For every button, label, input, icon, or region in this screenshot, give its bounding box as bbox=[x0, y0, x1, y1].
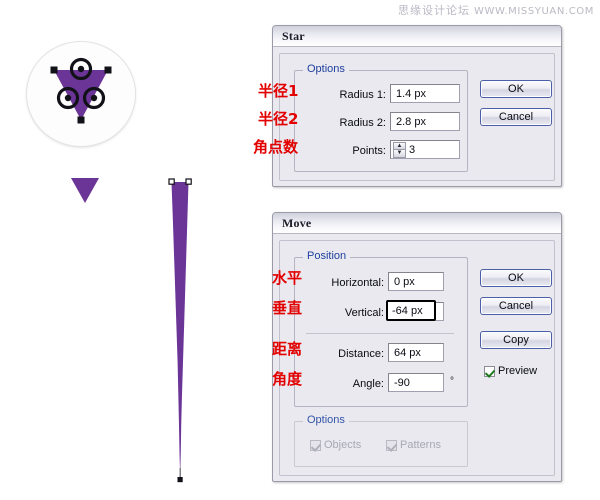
tapered-purple-spire bbox=[168, 178, 192, 483]
annotation-horizontal: 水平 bbox=[272, 269, 303, 287]
star-dialog: Star Options Radius 1: 1.4 px Radius 2: … bbox=[272, 25, 562, 187]
points-input[interactable]: ▲ ▼ 3 bbox=[390, 140, 460, 159]
annotation-radius1: 半径1 bbox=[258, 82, 299, 100]
watermark: 思缘设计论坛 WWW.MISSYUAN.COM bbox=[398, 2, 594, 18]
move-dialog: Move Position Horizontal: 0 px Vertical:… bbox=[272, 212, 562, 482]
star-dialog-titlebar[interactable]: Star bbox=[273, 26, 561, 47]
radius1-input[interactable]: 1.4 px bbox=[390, 84, 460, 103]
radius2-label: Radius 2: bbox=[339, 117, 386, 129]
move-cancel-button[interactable]: Cancel bbox=[480, 297, 552, 315]
star-cancel-button[interactable]: Cancel bbox=[480, 108, 552, 126]
move-dialog-title: Move bbox=[282, 215, 312, 230]
horizontal-input[interactable]: 0 px bbox=[388, 272, 444, 291]
watermark-chinese: 思缘设计论坛 bbox=[398, 4, 471, 17]
spinner-up-icon[interactable]: ▲ bbox=[393, 141, 406, 149]
star-ok-button[interactable]: OK bbox=[480, 80, 552, 98]
points-label: Points: bbox=[352, 145, 386, 157]
vertical-label: Vertical: bbox=[344, 307, 384, 319]
watermark-url: WWW.MISSYUAN.COM bbox=[474, 6, 594, 17]
annotation-points: 角点数 bbox=[253, 138, 299, 156]
star-options-group-label: Options bbox=[303, 63, 349, 75]
preview-checkbox-label: Preview bbox=[498, 365, 538, 377]
points-stepper[interactable]: ▲ ▼ bbox=[393, 141, 406, 158]
patterns-checkbox: Patterns bbox=[386, 439, 441, 451]
angle-unit-label: ° bbox=[450, 376, 454, 387]
preview-checkbox-box[interactable] bbox=[484, 365, 495, 377]
objects-checkbox: Objects bbox=[310, 439, 361, 451]
horizontal-label: Horizontal: bbox=[331, 277, 384, 289]
move-dialog-body: Position Horizontal: 0 px Vertical: -64 … bbox=[273, 234, 561, 482]
move-position-group-label: Position bbox=[303, 250, 351, 262]
patterns-checkbox-box bbox=[386, 439, 397, 451]
objects-checkbox-box bbox=[310, 439, 321, 451]
star-dialog-body: Options Radius 1: 1.4 px Radius 2: 2.8 p… bbox=[273, 47, 561, 187]
small-purple-triangle bbox=[71, 178, 99, 203]
points-value: 3 bbox=[409, 143, 416, 156]
position-group-divider bbox=[306, 333, 454, 334]
annotation-distance: 距离 bbox=[272, 340, 303, 358]
move-copy-button[interactable]: Copy bbox=[480, 331, 552, 349]
angle-input[interactable]: -90 bbox=[388, 373, 444, 392]
spinner-down-icon[interactable]: ▼ bbox=[393, 149, 406, 158]
move-dialog-titlebar[interactable]: Move bbox=[273, 213, 561, 234]
annotation-angle: 角度 bbox=[272, 370, 303, 388]
objects-checkbox-label: Objects bbox=[324, 439, 362, 451]
distance-input[interactable]: 64 px bbox=[388, 343, 444, 362]
preview-checkbox[interactable]: Preview bbox=[484, 365, 537, 377]
radius1-label: Radius 1: bbox=[339, 89, 386, 101]
vertical-input[interactable]: -64 px bbox=[386, 300, 436, 321]
preview-badge bbox=[27, 42, 135, 146]
move-options-group-label: Options bbox=[303, 414, 349, 426]
annotation-vertical: 垂直 bbox=[272, 299, 303, 317]
annotation-radius2: 半径2 bbox=[258, 110, 299, 128]
angle-label: Angle: bbox=[352, 378, 384, 390]
star-dialog-inner-panel: Options Radius 1: 1.4 px Radius 2: 2.8 p… bbox=[279, 53, 555, 181]
patterns-checkbox-label: Patterns bbox=[400, 439, 441, 451]
triangle-anchor-preview-icon bbox=[50, 57, 112, 124]
radius2-input[interactable]: 2.8 px bbox=[390, 112, 460, 131]
move-dialog-inner-panel: Position Horizontal: 0 px Vertical: -64 … bbox=[279, 240, 555, 476]
star-dialog-title: Star bbox=[282, 28, 305, 43]
distance-label: Distance: bbox=[338, 348, 384, 360]
screenshot-canvas: 思缘设计论坛 WWW.MISSYUAN.COM Star Options Rad… bbox=[0, 0, 600, 500]
move-ok-button[interactable]: OK bbox=[480, 269, 552, 287]
